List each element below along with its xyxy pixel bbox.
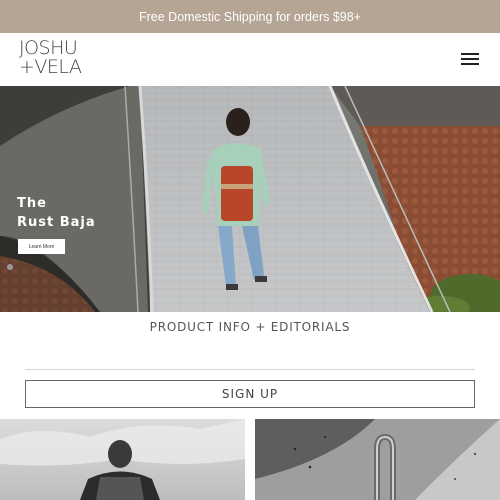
site-header: JOSHU +VELA xyxy=(0,33,500,86)
editorial-image-right xyxy=(255,419,500,500)
editorial-tile-left[interactable] xyxy=(0,419,245,500)
hero-title: The Rust Baja xyxy=(17,194,96,232)
section-divider xyxy=(25,369,475,370)
sign-up-button[interactable]: SIGN UP xyxy=(25,380,475,408)
hero-title-line-1: The xyxy=(17,196,47,211)
learn-more-button[interactable]: Learn More xyxy=(18,239,65,254)
hero-banner[interactable]: The Rust Baja Learn More xyxy=(0,86,500,312)
promo-text: Free Domestic Shipping for orders $98+ xyxy=(139,9,361,24)
logo-line-2: +VELA xyxy=(19,56,82,78)
hero-title-line-2: Rust Baja xyxy=(17,215,96,230)
brand-logo[interactable]: JOSHU +VELA xyxy=(19,39,99,81)
editorial-image-left xyxy=(0,419,245,500)
hamburger-menu-icon[interactable] xyxy=(460,50,480,68)
promo-banner: Free Domestic Shipping for orders $98+ xyxy=(0,0,500,33)
editorial-tile-right[interactable] xyxy=(255,419,500,500)
product-info-editorials-link[interactable]: PRODUCT INFO + EDITORIALS xyxy=(0,320,500,338)
